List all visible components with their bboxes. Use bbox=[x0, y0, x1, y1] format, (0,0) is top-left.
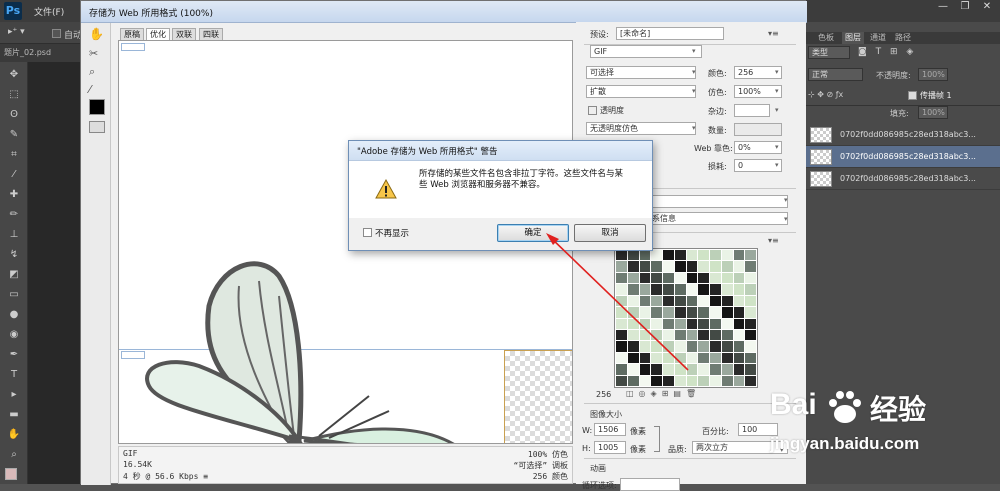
watermark-brand-left: Bai bbox=[770, 388, 817, 421]
paw-logo-icon bbox=[829, 391, 861, 423]
baidu-watermark: Bai 经验 jingyan.baidu.com bbox=[770, 388, 995, 478]
watermark-url: jingyan.baidu.com bbox=[770, 434, 920, 453]
watermark-brand-right: 经验 bbox=[870, 393, 927, 426]
